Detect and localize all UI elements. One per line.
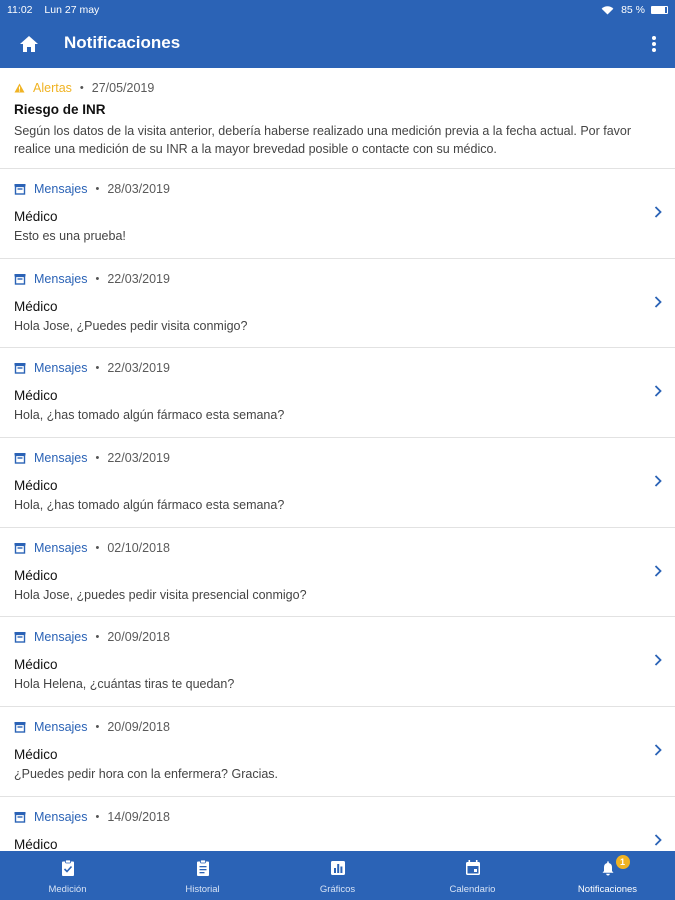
chevron-right-icon [654,654,662,667]
alert-title: Riesgo de INR [14,102,106,117]
message-category: Mensajes [34,720,88,735]
separator-dot: • [95,541,100,554]
message-icon [14,184,26,195]
separator-dot: • [79,82,84,94]
message-category: Mensajes [34,182,88,196]
message-sender: Médico [14,209,58,224]
message-date: 22/03/2019 [107,271,170,286]
nav-item-bar-chart[interactable]: Gráficos [270,851,405,900]
message-icon [14,722,26,733]
message-item[interactable]: Mensajes • 22/03/2019 Médico Hola Jose, ¿Pue… [0,259,675,349]
nav-item-clipboard-list[interactable]: Historial [135,851,270,900]
message-item[interactable]: Mensajes • 14/09/2018 Médico [0,797,675,851]
notification-badge: 1 [615,855,630,869]
message-sender: Médico [14,388,58,404]
message-date: 20/09/2018 [107,630,170,645]
nav-label: Historial [185,884,220,895]
message-item[interactable]: Mensajes • 02/10/2018 Médico Hola Jose, ¿pue… [0,528,675,618]
separator-dot: • [95,721,100,734]
nav-item-calendar[interactable]: Calendario [405,851,540,900]
message-item[interactable]: Mensajes • 20/09/2018 Médico ¿Puedes pedir h… [0,707,675,797]
message-sender: Médico [14,747,58,763]
chevron-right-icon [654,834,662,846]
bottom-navigation: Medición Historial Gráficos Calendario Notif… [0,851,675,900]
message-date: 22/03/2019 [107,361,170,376]
separator-dot: • [95,362,100,375]
message-sender: Médico [14,298,58,314]
nav-label: Notificaciones [577,884,638,895]
message-icon [14,811,26,823]
alert-body: Según los datos de la visita anterior, d… [14,124,632,156]
message-date: 28/03/2019 [107,182,170,196]
separator-dot: • [95,272,100,285]
chevron-right-icon [654,296,662,308]
clipboard-list-icon [196,859,209,876]
message-date: 02/10/2018 [107,540,170,555]
message-item[interactable]: Mensajes • 20/09/2018 Médico Hola Helena, ¿c… [0,617,675,708]
battery-percentage: 85 % [621,4,645,16]
alert-item[interactable]: Alertas • 27/05/2019 Riesgo de INR Según… [0,68,675,169]
message-icon [14,542,26,554]
battery-icon [651,6,668,14]
message-date: 22/03/2019 [107,451,170,466]
alert-category: Alertas [33,81,72,95]
home-icon[interactable] [17,32,41,56]
message-sender: Médico [14,836,58,851]
separator-dot: • [95,452,100,465]
message-icon [14,632,26,644]
message-category: Mensajes [34,451,88,466]
message-text: ¿Puedes pedir hora con la enfermera? Gra… [14,767,279,782]
message-category: Mensajes [34,809,88,824]
nav-label: Gráficos [319,884,356,895]
message-sender: Médico [14,567,58,583]
message-category: Mensajes [34,630,88,645]
message-icon [14,453,26,464]
calendar-icon [465,860,480,875]
message-sender: Médico [14,478,58,494]
message-date: 14/09/2018 [107,809,170,824]
message-text: Hola Jose, ¿Puedes pedir visita conmigo? [14,318,248,333]
message-sender: Médico [14,657,58,673]
chevron-right-icon [654,475,662,487]
bell-icon [602,861,613,876]
message-category: Mensajes [34,271,88,286]
message-date: 20/09/2018 [107,720,170,735]
clipboard-check-icon [61,859,74,876]
wifi-icon [601,5,614,15]
separator-dot: • [95,810,100,823]
message-text: Hola, ¿has tomado algún fármaco esta sem… [14,408,285,423]
message-text: Hola Jose, ¿puedes pedir visita presenci… [14,587,307,602]
more-vert-icon[interactable] [647,32,661,56]
message-item[interactable]: Mensajes • 28/03/2019 Médico Esto es una pru… [0,169,675,259]
nav-item-bell[interactable]: Notificaciones 1 [540,851,675,900]
separator-dot: • [95,183,100,195]
chevron-right-icon [654,565,662,577]
page-title: Notificaciones [64,33,181,52]
chevron-right-icon [654,385,662,398]
app-bar: Notificaciones [0,19,675,68]
message-category: Mensajes [34,361,88,376]
warning-icon [14,83,25,93]
message-item[interactable]: Mensajes • 22/03/2019 Médico Hola, ¿has toma… [0,348,675,439]
status-time: 11:02 [7,4,33,16]
message-text: Esto es una prueba! [14,229,126,243]
message-category: Mensajes [34,540,88,555]
bar-chart-icon [330,861,345,875]
nav-label: Medición [48,884,87,895]
notification-list: Alertas • 27/05/2019 Riesgo de INR Según… [0,68,675,851]
message-text: Hola Helena, ¿cuántas tiras te quedan? [14,677,235,692]
separator-dot: • [95,631,100,644]
message-icon [14,273,26,285]
message-text: Hola, ¿has tomado algún fármaco esta sem… [14,498,285,513]
chevron-right-icon [654,206,662,218]
status-date: Lun 27 may [44,4,100,16]
message-icon [14,363,26,375]
chevron-right-icon [654,744,662,756]
nav-item-clipboard-check[interactable]: Medición [0,851,135,900]
alert-date: 27/05/2019 [91,81,155,95]
status-bar: 11:02 Lun 27 may 85 % [0,0,675,19]
message-item[interactable]: Mensajes • 22/03/2019 Médico Hola, ¿has toma… [0,438,675,528]
nav-label: Calendario [449,884,496,895]
